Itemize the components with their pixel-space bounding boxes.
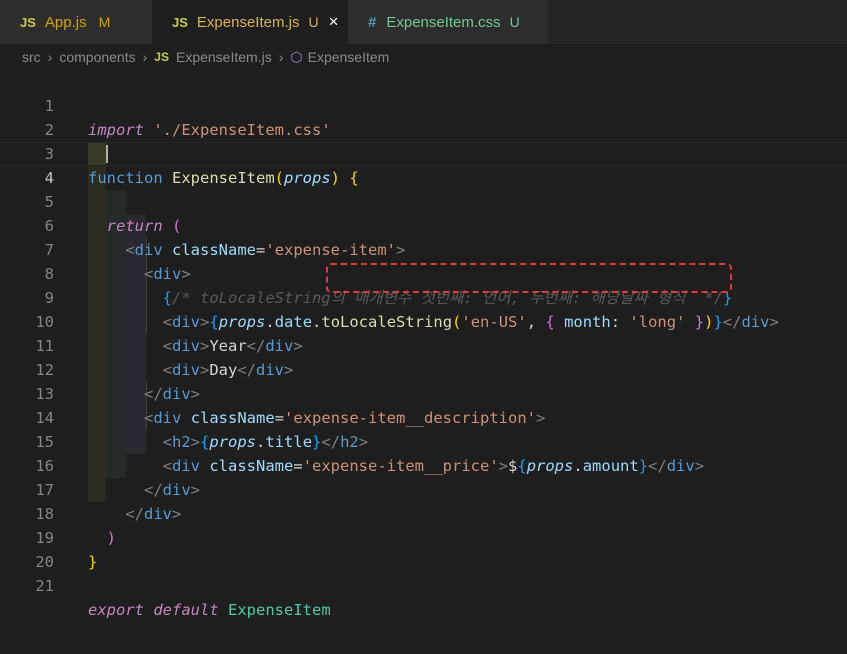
tab-label: ExpenseItem.css xyxy=(386,13,501,31)
code-line: 11 <div>Day</div> xyxy=(0,310,847,379)
code-line: 20 xyxy=(0,526,847,571)
annotation-highlight-box xyxy=(326,263,732,293)
code-line: 3 function ExpenseItem(props) { xyxy=(0,118,847,187)
breadcrumb: src › components › JS ExpenseItem.js › ⬡… xyxy=(0,44,847,70)
code-line: 6 <div className='expense-item'> xyxy=(0,190,847,259)
code-line: 2 xyxy=(0,94,847,139)
line-number: 21 xyxy=(35,577,54,595)
editor-tab-bar: JS App.js M JS ExpenseItem.js U × # Expe… xyxy=(0,0,847,44)
code-line: 16 </div> xyxy=(0,430,847,499)
tab-expenseitem-css[interactable]: # ExpenseItem.css U xyxy=(348,0,548,44)
modified-badge: M xyxy=(98,14,111,30)
breadcrumb-file[interactable]: ExpenseItem.js xyxy=(176,49,272,65)
untracked-badge: U xyxy=(308,14,319,30)
code-line: 19 } xyxy=(0,502,847,571)
code-line: 17 </div> xyxy=(0,454,847,523)
chevron-right-icon: › xyxy=(47,49,53,65)
breadcrumb-src[interactable]: src xyxy=(22,49,41,65)
code-line: 15 <div className='expense-item__price'>… xyxy=(0,406,847,475)
tab-app-js[interactable]: JS App.js M xyxy=(0,0,152,44)
code-line: 14 <h2>{props.title}</h2> xyxy=(0,382,847,451)
code-text: export default ExpenseItem xyxy=(88,601,331,619)
code-line-current: 4 xyxy=(0,142,847,187)
code-line: 13 <div className='expense-item__descrip… xyxy=(0,358,847,427)
chevron-right-icon: › xyxy=(278,49,284,65)
symbol-cube-icon: ⬡ xyxy=(290,48,303,65)
javascript-file-icon: JS xyxy=(172,14,188,30)
code-line: 18 ) xyxy=(0,478,847,547)
tab-expenseitem-js[interactable]: JS ExpenseItem.js U × xyxy=(152,0,348,44)
code-line: 12 </div> xyxy=(0,334,847,403)
code-line: 5 return ( xyxy=(0,166,847,235)
text-cursor xyxy=(106,145,108,163)
chevron-right-icon: › xyxy=(142,49,148,65)
code-editor[interactable]: 1 import './ExpenseItem.css' 2 3 functio… xyxy=(0,70,847,654)
untracked-badge: U xyxy=(509,14,520,30)
code-line: 7 <div> xyxy=(0,214,847,283)
javascript-file-icon: JS xyxy=(154,50,169,64)
code-line: 8 {/* toLocaleString의 매개변수 첫번째: 언어, 두번째:… xyxy=(0,238,847,307)
code-line: 21 export default ExpenseItem xyxy=(0,550,847,619)
code-line: 1 import './ExpenseItem.css' xyxy=(0,70,847,139)
javascript-file-icon: JS xyxy=(20,14,36,30)
breadcrumb-symbol[interactable]: ExpenseItem xyxy=(308,49,390,65)
tab-label: ExpenseItem.js xyxy=(196,13,300,31)
css-file-icon: # xyxy=(368,13,377,31)
breadcrumb-components[interactable]: components xyxy=(59,49,135,65)
close-icon[interactable]: × xyxy=(329,12,339,32)
tab-label: App.js xyxy=(44,13,87,31)
